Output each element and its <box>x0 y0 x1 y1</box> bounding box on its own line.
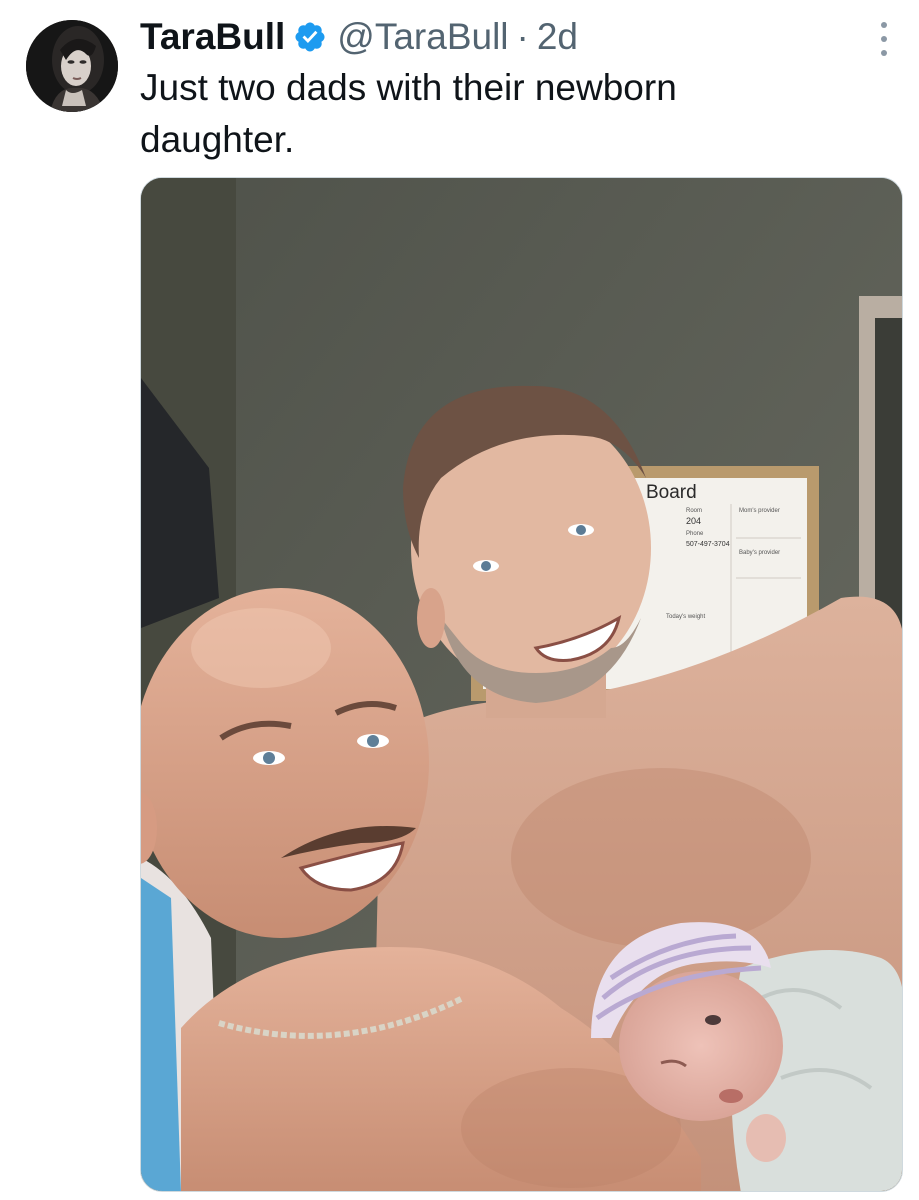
tweet-text: Just two dads with their newborn daughte… <box>140 67 677 160</box>
tweet-photo[interactable]: Board Room 204 Phone 507-497-3704 Mom's … <box>140 177 903 1192</box>
board-phone-label: Phone <box>686 531 704 537</box>
board-phone: 507-497-3704 <box>686 541 730 548</box>
avatar-image <box>26 20 118 112</box>
tweet[interactable]: TaraBull @TaraBull · 2d Just two dads wi… <box>0 0 919 1200</box>
board-title: Board <box>646 482 697 503</box>
avatar[interactable] <box>26 20 118 112</box>
handle[interactable]: @TaraBull <box>337 14 508 60</box>
board-baby-label: Baby's provider <box>739 550 780 556</box>
display-name[interactable]: TaraBull <box>140 14 285 60</box>
verified-badge-icon[interactable] <box>293 20 327 54</box>
separator-dot: · <box>516 16 529 57</box>
more-options-icon[interactable] <box>874 22 894 56</box>
board-room-label: Room <box>686 508 702 514</box>
tweet-header: TaraBull @TaraBull · 2d <box>140 14 578 60</box>
board-mom-label: Mom's provider <box>739 508 780 514</box>
board-room: 204 <box>686 516 701 526</box>
timestamp[interactable]: 2d <box>537 14 578 60</box>
board-weight-label: Today's weight <box>666 614 706 620</box>
photo-illustration: Board Room 204 Phone 507-497-3704 Mom's … <box>141 178 902 1191</box>
